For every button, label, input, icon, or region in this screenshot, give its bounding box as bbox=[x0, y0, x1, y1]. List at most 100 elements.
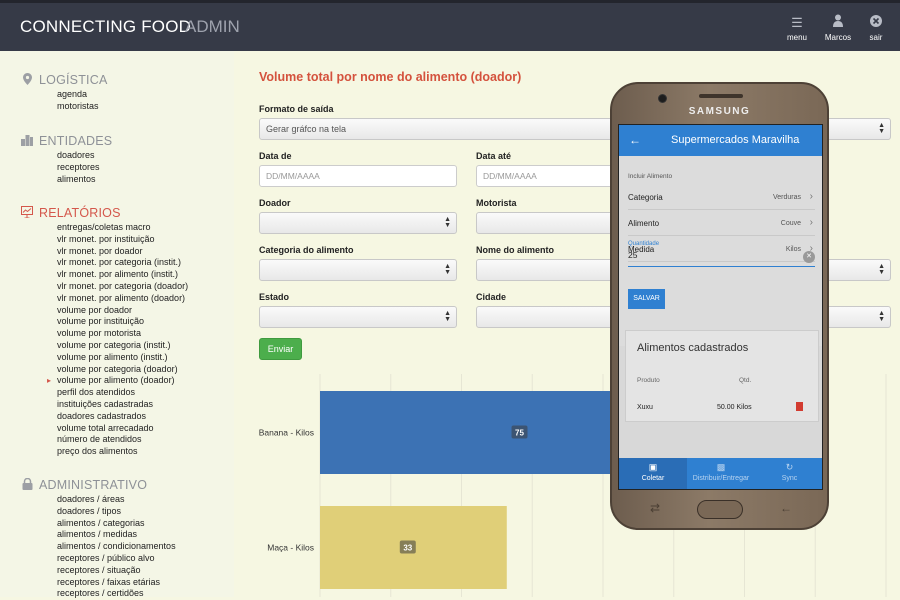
brand-logo[interactable]: CONNECTING FOOD bbox=[20, 17, 191, 37]
sidebar-item[interactable]: vlr monet. por alimento (doador) bbox=[57, 293, 188, 305]
select-arrows-icon: ▲ ▼ bbox=[444, 216, 451, 229]
sidebar-heading-label: LOGÍSTICA bbox=[39, 73, 108, 87]
donor-select[interactable]: ▲ ▼ bbox=[259, 212, 457, 234]
city-label: Cidade bbox=[476, 292, 507, 302]
sidebar-section-logistica: LOGÍSTICA agenda motoristas bbox=[20, 71, 107, 113]
tab-label: Coletar bbox=[641, 475, 665, 482]
quantity-input[interactable]: 25 ✕ bbox=[628, 250, 815, 267]
sidebar-item[interactable]: doadores / tipos bbox=[57, 506, 176, 518]
sidebar-item[interactable]: receptores / faixas etárias bbox=[57, 577, 176, 589]
sidebar-item[interactable]: motoristas bbox=[57, 101, 107, 113]
driver-label: Motorista bbox=[476, 198, 517, 208]
user-button[interactable]: Marcos bbox=[818, 13, 858, 42]
page-title: Volume total por nome do alimento (doado… bbox=[259, 70, 522, 84]
sidebar-item[interactable]: volume por alimento (instit.) bbox=[57, 352, 188, 364]
back-key-icon[interactable]: ← bbox=[780, 501, 792, 515]
logout-button[interactable]: sair bbox=[856, 13, 896, 42]
recent-apps-icon[interactable]: ⇄ bbox=[650, 501, 660, 515]
food-name-label: Nome do alimento bbox=[476, 245, 555, 255]
clear-icon[interactable]: ✕ bbox=[803, 251, 815, 263]
trash-icon[interactable] bbox=[796, 402, 803, 411]
state-select[interactable]: ▲ ▼ bbox=[259, 306, 457, 328]
sidebar-item[interactable]: alimentos bbox=[57, 174, 112, 186]
user-name: Marcos bbox=[824, 33, 852, 42]
select-arrows-icon: ▲ ▼ bbox=[444, 310, 451, 323]
state-label: Estado bbox=[259, 292, 290, 302]
sidebar-item[interactable]: vlr monet. por instituição bbox=[57, 234, 188, 246]
food-row[interactable]: Alimento Couve › bbox=[628, 211, 815, 236]
user-icon bbox=[818, 13, 858, 33]
sidebar-item[interactable]: volume por categoria (instit.) bbox=[57, 340, 188, 352]
select-arrows-icon: ▲ ▼ bbox=[878, 310, 885, 323]
phone-nav-keys: ⇄ ← bbox=[612, 498, 827, 522]
sidebar-section-relatorios: RELATÓRIOS entregas/coletas macro vlr mon… bbox=[20, 204, 188, 458]
sidebar-item[interactable]: vlr monet. por doador bbox=[57, 246, 188, 258]
menu-label: menu bbox=[786, 33, 807, 42]
form-subtitle: Incluir Alimento bbox=[628, 173, 673, 180]
sidebar-item[interactable]: receptores bbox=[57, 162, 112, 174]
sidebar-item[interactable]: perfil dos atendidos bbox=[57, 387, 188, 399]
date-from-input[interactable]: DD/MM/AAAA bbox=[259, 165, 457, 187]
close-circle-icon bbox=[856, 13, 896, 33]
sidebar-list: entregas/coletas macro vlr monet. por ins… bbox=[47, 222, 188, 458]
sidebar-heading: RELATÓRIOS bbox=[20, 204, 188, 222]
top-navbar: CONNECTING FOOD ADMIN ☰ menu Marcos sair bbox=[0, 0, 900, 51]
tab-distribuir[interactable]: ▩ Distribuir/Entregar bbox=[687, 458, 755, 489]
sidebar-item[interactable]: doadores cadastrados bbox=[57, 411, 188, 423]
sidebar-item[interactable]: preço dos alimentos bbox=[57, 446, 188, 458]
driver-select[interactable] bbox=[476, 212, 616, 234]
chevron-right-icon: › bbox=[809, 217, 813, 228]
sidebar-item[interactable]: entregas/coletas macro bbox=[57, 222, 188, 234]
food-category-select[interactable]: ▲ ▼ bbox=[259, 259, 457, 281]
tab-label: Sync bbox=[781, 475, 798, 482]
sidebar-item[interactable]: vlr monet. por categoria (instit.) bbox=[57, 257, 188, 269]
truck-icon: ▩ bbox=[716, 462, 726, 472]
sidebar-item[interactable]: alimentos / medidas bbox=[57, 529, 176, 541]
sidebar-item[interactable]: receptores / público alvo bbox=[57, 553, 176, 565]
sidebar-item[interactable]: alimentos / categorias bbox=[57, 518, 176, 530]
submit-button[interactable]: Enviar bbox=[259, 338, 302, 360]
sidebar-item[interactable]: doadores / áreas bbox=[57, 494, 176, 506]
sidebar-heading: ENTIDADES bbox=[20, 132, 112, 150]
sidebar-item[interactable]: doadores bbox=[57, 150, 112, 162]
date-from-placeholder: DD/MM/AAAA bbox=[266, 171, 320, 181]
sidebar-item[interactable]: agenda bbox=[57, 89, 107, 101]
lock-icon bbox=[20, 477, 34, 493]
sidebar-item[interactable]: volume por instituição bbox=[57, 316, 188, 328]
food-category-label: Categoria do alimento bbox=[259, 245, 354, 255]
sidebar-item[interactable]: alimentos / condicionamentos bbox=[57, 541, 176, 553]
sidebar-heading-label: ENTIDADES bbox=[39, 134, 113, 148]
home-button[interactable] bbox=[697, 500, 743, 519]
menu-icon: ☰ bbox=[791, 15, 803, 30]
sidebar-item[interactable]: volume por categoria (doador) bbox=[57, 364, 188, 376]
sidebar-item[interactable]: volume por alimento (doador) bbox=[47, 375, 188, 387]
sidebar-item[interactable]: receptores / situação bbox=[57, 565, 176, 577]
tab-coletar[interactable]: ▣ Coletar bbox=[619, 458, 687, 489]
sidebar-item[interactable]: vlr monet. por alimento (instit.) bbox=[57, 269, 188, 281]
sidebar-item[interactable]: volume por doador bbox=[57, 305, 188, 317]
row-value: Verduras bbox=[772, 194, 801, 201]
donor-label: Doador bbox=[259, 198, 291, 208]
select-arrows-icon: ▲ ▼ bbox=[878, 263, 885, 276]
value-label: 75 bbox=[515, 429, 524, 438]
sidebar-item[interactable]: número de atendidos bbox=[57, 434, 188, 446]
date-to-input[interactable]: DD/MM/AAAA bbox=[476, 165, 616, 187]
sidebar-item[interactable]: receptores / certidões bbox=[57, 588, 176, 600]
save-button[interactable]: SALVAR bbox=[628, 289, 665, 309]
menu-button[interactable]: ☰ menu bbox=[777, 13, 817, 42]
logout-label: sair bbox=[869, 33, 883, 42]
tab-sync[interactable]: ↻ Sync bbox=[755, 458, 822, 489]
sidebar-item[interactable]: volume por motorista bbox=[57, 328, 188, 340]
sidebar-heading-label: RELATÓRIOS bbox=[39, 206, 121, 220]
sidebar-heading: LOGÍSTICA bbox=[20, 71, 107, 89]
select-arrows-icon: ▲ ▼ bbox=[878, 122, 885, 135]
category-row[interactable]: Categoria Verduras › bbox=[628, 185, 815, 210]
output-format-label: Formato de saída bbox=[259, 104, 334, 114]
sync-icon: ↻ bbox=[785, 462, 794, 472]
sidebar-item[interactable]: instituições cadastradas bbox=[57, 399, 188, 411]
output-format-value: Gerar gráfco na tela bbox=[266, 124, 347, 134]
back-arrow-icon[interactable]: ← bbox=[629, 133, 641, 147]
sidebar-item[interactable]: volume total arrecadado bbox=[57, 423, 188, 435]
sidebar-section-administrativo: ADMINISTRATIVO doadores / áreas doadores … bbox=[20, 476, 176, 600]
sidebar-item[interactable]: vlr monet. por categoria (doador) bbox=[57, 281, 188, 293]
